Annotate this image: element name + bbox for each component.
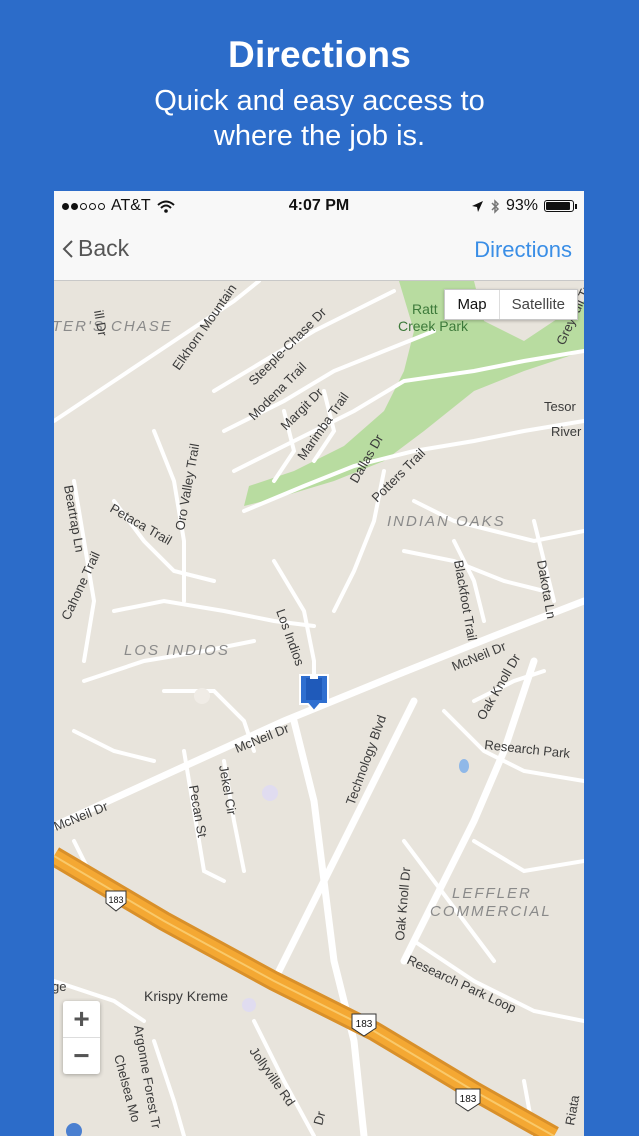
area-label: INDIAN OAKS	[387, 513, 506, 530]
street-label: ge	[54, 979, 66, 994]
map-type-map-button[interactable]: Map	[445, 290, 500, 319]
svg-text:183: 183	[460, 1094, 477, 1105]
battery-icon	[544, 200, 577, 212]
bluetooth-icon	[491, 198, 500, 214]
navigation-bar: Back Directions	[54, 221, 584, 281]
zoom-out-button[interactable]: −	[63, 1038, 100, 1074]
promo-subtitle: Quick and easy access to where the job i…	[0, 84, 639, 154]
zoom-control: + −	[63, 1001, 100, 1074]
poi-label: Krispy Kreme	[144, 988, 228, 1004]
location-arrow-icon	[471, 200, 483, 212]
map-type-toggle: Map Satellite	[444, 289, 578, 320]
svg-text:183: 183	[356, 1019, 373, 1030]
pond	[459, 759, 469, 773]
area-label: COMMERCIAL	[430, 903, 552, 920]
phone-screen: AT&T 4:07 PM 93% Back Directions 183 183…	[54, 191, 584, 1136]
promo-title: Directions	[228, 34, 411, 75]
street-label: River	[551, 424, 582, 439]
map-type-satellite-button[interactable]: Satellite	[500, 290, 577, 319]
map-canvas[interactable]: 183 183 183 TER'S CHASE INDIAN OAKS LOS …	[54, 281, 584, 1136]
back-label: Back	[78, 235, 130, 261]
battery-percent: 93%	[505, 197, 538, 214]
shopping-bag-icon	[262, 785, 278, 801]
chevron-left-icon	[62, 239, 73, 258]
promo-subtitle-line2: where the job is.	[213, 120, 426, 152]
back-button[interactable]: Back	[62, 235, 129, 262]
park-label: Ratt	[412, 301, 438, 317]
poi-icon	[194, 688, 210, 704]
svg-text:183: 183	[108, 895, 123, 905]
status-bar: AT&T 4:07 PM 93%	[54, 191, 584, 221]
park-label: Creek Park	[398, 318, 469, 334]
zoom-in-button[interactable]: +	[63, 1001, 100, 1038]
area-label: LOS INDIOS	[124, 642, 230, 659]
shopping-bag-icon	[242, 998, 256, 1012]
map-view[interactable]: 183 183 183 TER'S CHASE INDIAN OAKS LOS …	[54, 281, 584, 1136]
promo-subtitle-line1: Quick and easy access to	[154, 85, 485, 117]
area-label: LEFFLER	[452, 885, 532, 902]
street-label: Tesor	[544, 399, 576, 414]
directions-button[interactable]: Directions	[474, 237, 572, 263]
area-label: TER'S CHASE	[54, 318, 173, 335]
